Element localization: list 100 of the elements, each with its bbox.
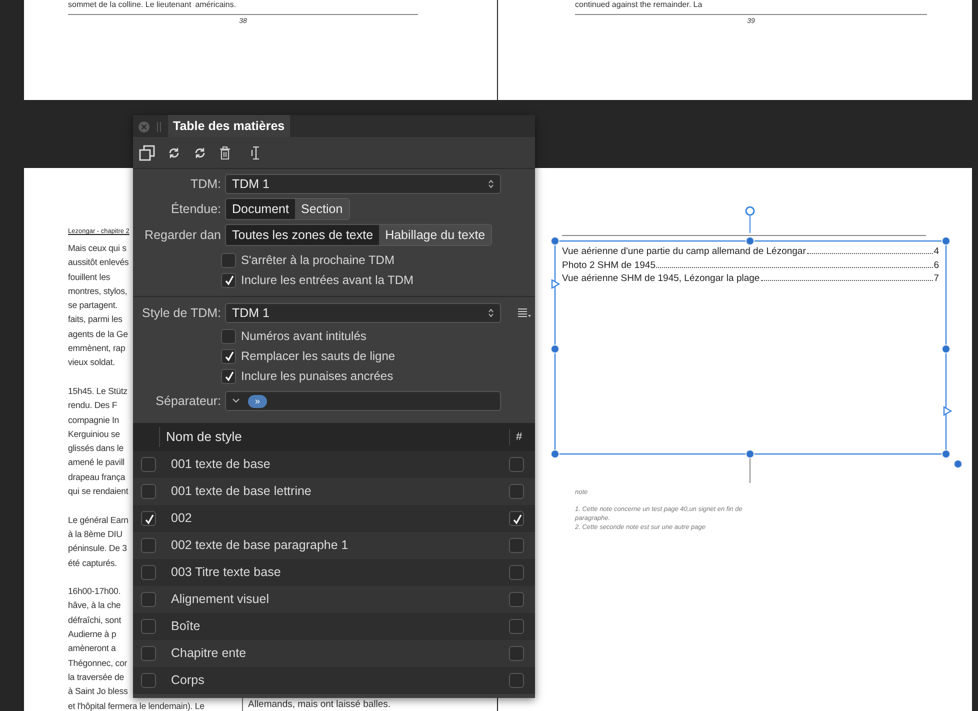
panel-tab[interactable]: Table des matières [168, 115, 290, 137]
checkbox[interactable] [509, 646, 524, 661]
copy-icon[interactable] [139, 144, 155, 160]
checkbox[interactable] [509, 484, 524, 499]
field-label: Étendue: [170, 200, 221, 218]
body-text-line: rendu. Des F [68, 399, 118, 412]
segment-option[interactable]: Habillage du texte [379, 225, 492, 245]
trash-icon[interactable] [219, 146, 231, 160]
checkbox[interactable] [509, 538, 524, 553]
style-name: 003 Titre texte base [171, 564, 282, 582]
body-text-line: péninsule. De 3 [68, 542, 127, 556]
toc-entry-title: Photo 2 SHM de 1945 [562, 258, 656, 272]
dropdown[interactable]: TDM 1 [225, 174, 501, 194]
checkbox[interactable] [509, 592, 524, 607]
checkbox[interactable] [141, 511, 156, 526]
body-text-line: été capturés. [68, 556, 117, 570]
body-text-line: Kerguiniou se [68, 428, 120, 441]
checkbox-label: Inclure les entrées avant la TDM [241, 272, 414, 289]
checkbox[interactable] [141, 457, 156, 472]
checkbox[interactable] [509, 511, 524, 526]
column-header: Nom de style [159, 427, 509, 447]
body-text-line: hâve, à la che [68, 599, 121, 612]
segment-option[interactable]: Section [294, 199, 349, 219]
body-text-line: Thégonnec, cor [68, 656, 128, 670]
selection-handle[interactable] [746, 450, 754, 458]
segment-option[interactable]: Document [226, 199, 295, 219]
separator-field[interactable]: » [225, 391, 501, 411]
checkbox[interactable] [141, 592, 156, 607]
text-cursor-icon[interactable] [251, 146, 261, 160]
checkbox-label: S'arrêter à la prochaine TDM [241, 252, 394, 269]
body-text-line: à la 8ème DIU [68, 528, 122, 541]
column-header: # [509, 428, 535, 446]
checkbox-label: Remplacer les sauts de ligne [241, 348, 396, 365]
close-icon[interactable] [138, 121, 150, 133]
checkbox[interactable] [221, 348, 236, 364]
body-text-line: montres, stylos, [68, 284, 128, 298]
stepper-icon [488, 179, 494, 189]
text-flow-marker-icon[interactable] [551, 278, 560, 290]
style-name: Chapitre ente [171, 645, 248, 662]
checkbox[interactable] [221, 368, 236, 384]
body-text-line: glissés dans le [68, 442, 124, 456]
selection-handle[interactable] [942, 344, 950, 354]
style-name: Alignement visuel [171, 591, 270, 608]
selection-handle[interactable] [942, 236, 950, 246]
chevron-down-icon[interactable] [232, 398, 240, 404]
body-text-line: agents de la Ge [68, 328, 128, 341]
anchor-line [749, 457, 751, 483]
toc-page-number: 4 [934, 245, 939, 258]
body-text: continued against the remainder. La [575, 0, 702, 9]
field-label: Style de TDM: [141, 304, 221, 322]
body-text-line: qui se rendaient [68, 485, 128, 498]
body-text-line: fouillent les [68, 270, 110, 284]
checkbox[interactable] [509, 619, 524, 634]
body-text: sommet de la colline. Le lieutenant [68, 0, 192, 9]
body-text-line: la traversée de [68, 670, 124, 684]
style-name: 002 texte de base paragraphe 1 [171, 537, 350, 554]
body-text-line: Audierne à p [68, 628, 116, 642]
text-flow-marker-icon[interactable] [943, 406, 952, 416]
body-text-line: emmènent, rap [68, 342, 126, 356]
list-menu-icon[interactable] [517, 308, 531, 318]
rotation-handle[interactable] [745, 206, 755, 234]
toc-entry-title: Vue aérienne d'une partie du camp allemand de Lézongar [562, 245, 806, 258]
toc-page-number: 7 [934, 272, 939, 286]
checkbox[interactable] [509, 457, 524, 472]
body-text-line: compagnie In [68, 414, 120, 427]
separator-token[interactable]: » [248, 394, 268, 408]
style-name: Corps [171, 672, 206, 690]
body-text-line: vieux soldat. [68, 356, 115, 370]
field-label: Séparateur: [154, 392, 221, 410]
drag-handle-icon[interactable] [156, 122, 162, 132]
body-text-line: Mais ceux qui s [68, 242, 126, 255]
segment-option[interactable]: Toutes les zones de texte [226, 225, 380, 245]
body-text: américains. [195, 0, 236, 9]
selection-handle[interactable] [550, 344, 560, 354]
toc-entry-title: Vue aérienne SHM de 1945, Lézongar la plage [562, 272, 760, 286]
checkbox[interactable] [141, 646, 156, 661]
body-text-line: se partagent. [68, 299, 118, 312]
refresh-icon[interactable] [193, 146, 207, 160]
selection-handle[interactable] [746, 236, 754, 246]
selection-handle[interactable] [550, 236, 560, 246]
checkbox[interactable] [141, 484, 156, 499]
checkbox[interactable] [509, 565, 524, 580]
checkbox-label: Inclure les punaises ancrées [241, 368, 394, 385]
checkbox[interactable] [221, 272, 236, 288]
checkbox[interactable] [141, 538, 156, 553]
selection-handle[interactable] [550, 450, 560, 458]
checkbox[interactable] [509, 673, 524, 688]
refresh-icon[interactable] [167, 146, 181, 160]
checkbox[interactable] [141, 619, 156, 634]
checkbox[interactable] [141, 565, 156, 580]
style-name: 002 [171, 510, 193, 528]
style-name: 001 texte de base lettrine [171, 483, 312, 500]
checkbox[interactable] [221, 328, 236, 344]
checkbox[interactable] [221, 252, 236, 268]
dropdown[interactable]: TDM 1 [225, 303, 501, 323]
body-text-line: aussitôt enlevés [68, 256, 129, 270]
checkbox[interactable] [141, 673, 156, 688]
checkbox-label: Numéros avant intitulés [241, 328, 366, 345]
style-name: 001 texte de base [171, 456, 272, 474]
body-text-line: faits, parmi les [68, 313, 122, 326]
